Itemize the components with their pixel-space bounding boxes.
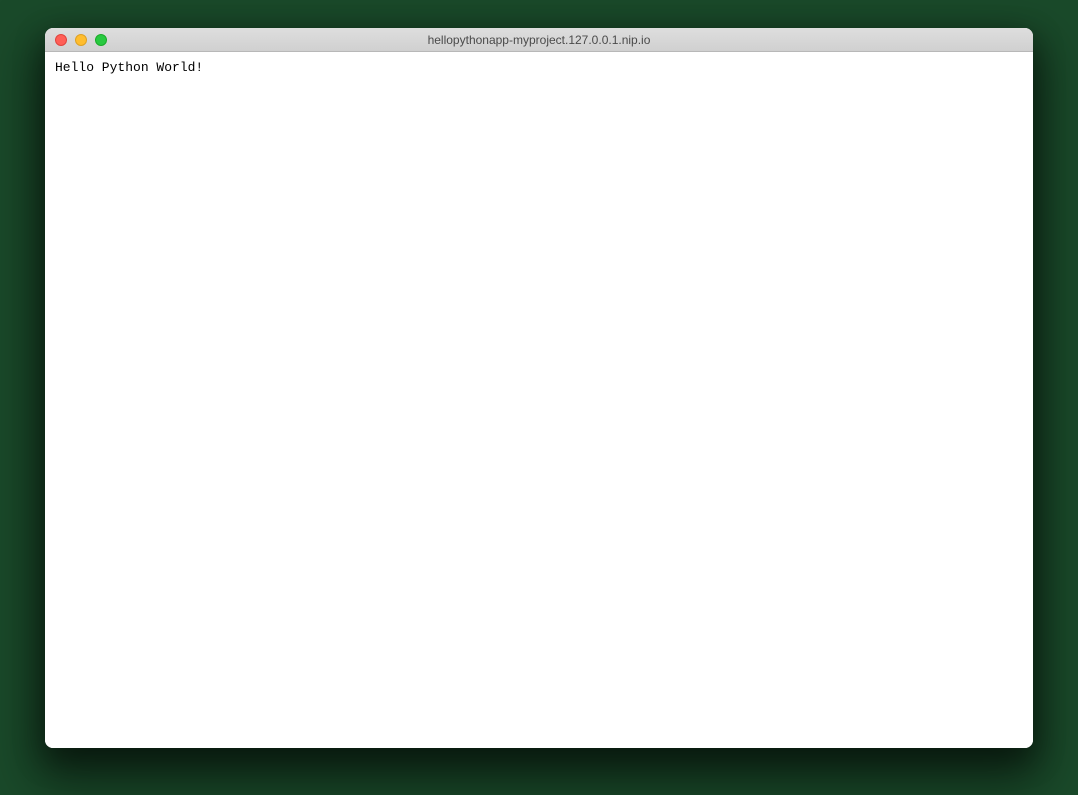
body-text: Hello Python World! [55,60,203,75]
maximize-icon[interactable] [95,34,107,46]
browser-window: hellopythonapp-myproject.127.0.0.1.nip.i… [45,28,1033,748]
minimize-icon[interactable] [75,34,87,46]
window-titlebar[interactable]: hellopythonapp-myproject.127.0.0.1.nip.i… [45,28,1033,52]
window-title: hellopythonapp-myproject.127.0.0.1.nip.i… [45,33,1033,47]
close-icon[interactable] [55,34,67,46]
page-content: Hello Python World! [45,52,1033,748]
traffic-lights [45,34,107,46]
